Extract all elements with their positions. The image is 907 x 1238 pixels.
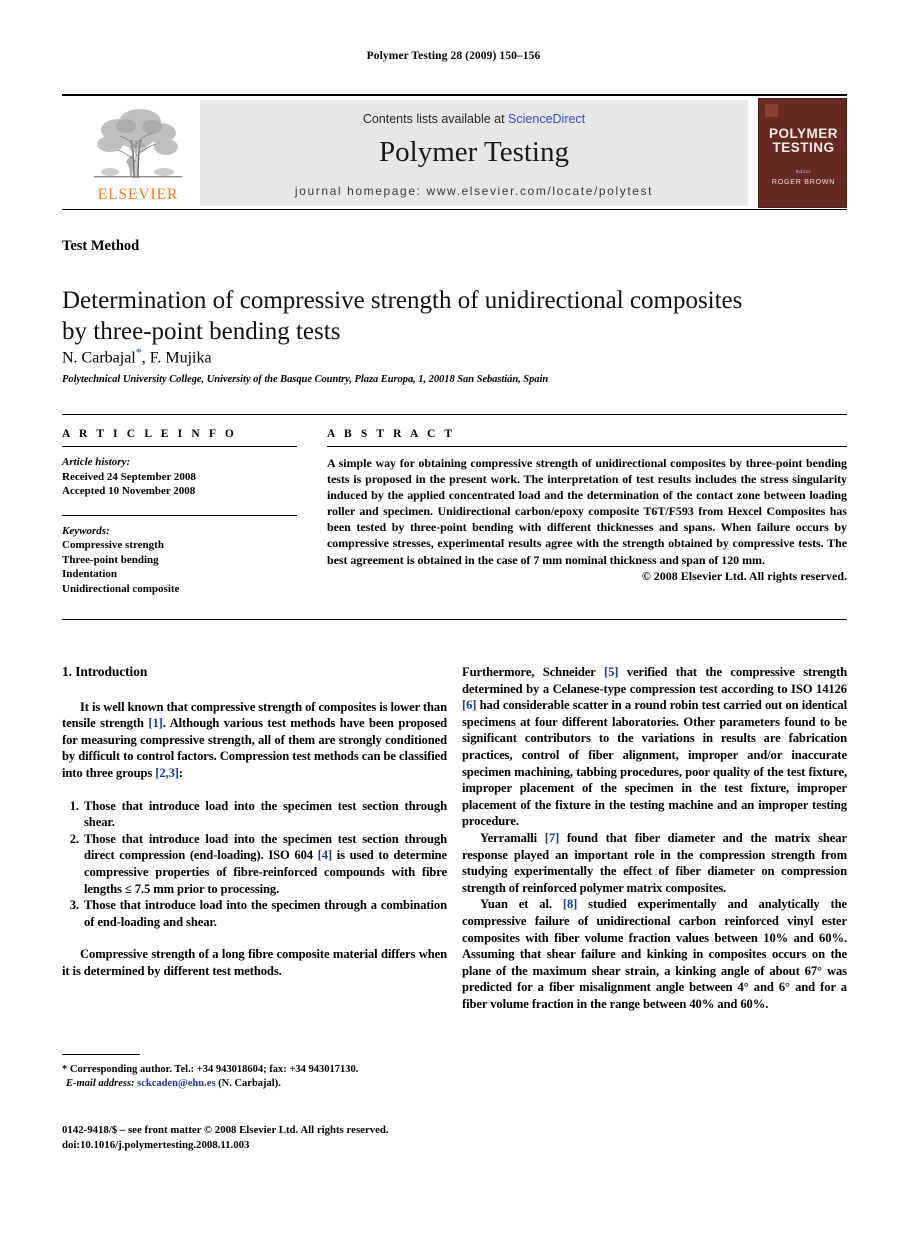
text-run: Those that introduce load into the speci… (84, 898, 447, 929)
band-bottom-rule (62, 619, 847, 620)
imprint-block: 0142-9418/$ – see front matter © 2008 El… (62, 1123, 492, 1152)
article-received-date: Received 24 September 2008 (62, 470, 196, 483)
article-history-group: Article history: Received 24 September 2… (62, 455, 297, 499)
footnote-line-1: * Corresponding author. Tel.: +34 943018… (62, 1063, 447, 1077)
body-column-right: Furthermore, Schneider [5] verified that… (462, 664, 847, 1012)
elsevier-wordmark: ELSEVIER (97, 186, 179, 203)
citation-ref-5[interactable]: [5] (604, 665, 618, 679)
banner-top-rule (62, 94, 847, 96)
email-owner: (N. Carbajal). (218, 1077, 281, 1089)
author-list: N. Carbajal*, F. Mujika (62, 345, 762, 367)
list-item: Those that introduce load into the speci… (82, 798, 447, 831)
text-run: Furthermore, Schneider (462, 665, 604, 679)
list-item: Those that introduce load into the speci… (82, 831, 447, 897)
abstract-heading: A B S T R A C T (327, 428, 456, 440)
email-label: E-mail address: (66, 1077, 135, 1089)
paragraph-right-1: Furthermore, Schneider [5] verified that… (462, 664, 847, 830)
paragraph-intro-2: Compressive strength of a long fibre com… (62, 947, 447, 978)
citation-ref-1[interactable]: [1] (148, 716, 162, 730)
citation-ref-6[interactable]: [6] (462, 698, 476, 712)
cover-title-line2: TESTING (772, 140, 835, 155)
footnote-line-2: E-mail address: sckcaden@ehu.es (N. Carb… (62, 1077, 447, 1091)
journal-homepage-link[interactable]: journal homepage: www.elsevier.com/locat… (200, 184, 748, 198)
journal-cover-thumbnail[interactable]: POLYMER TESTING Editor ROGER BROWN (758, 98, 847, 208)
abstract-copyright: © 2008 Elsevier Ltd. All rights reserved… (641, 568, 847, 583)
article-info-separator (62, 514, 297, 516)
text-run: Yerramalli (480, 830, 545, 845)
text-run: studied experimentally and analytically … (462, 897, 847, 1011)
section-heading-introduction: 1. Introduction (62, 664, 148, 679)
keyword-item: Unidirectional composite (62, 582, 180, 595)
band-top-rule (62, 414, 847, 415)
paper-page: Polymer Testing 28 (2009) 150–156 ELSEVI… (0, 0, 907, 1238)
cover-editor-label: Editor (795, 169, 812, 174)
article-accepted-date: Accepted 10 November 2008 (62, 485, 196, 497)
paragraph-intro-1: It is well known that compressive streng… (62, 699, 447, 782)
citation-ref-8[interactable]: [8] (563, 897, 577, 911)
article-info-rule (62, 446, 297, 447)
page-title: Determination of compressive strength of… (62, 286, 743, 345)
paragraph-right-3: Yuan et al. [8] studied experimentally a… (462, 896, 847, 1012)
text-run: Corresponding author. Tel.: +34 94301860… (69, 1064, 359, 1075)
sciencedirect-link[interactable]: ScienceDirect (508, 112, 585, 126)
article-history-label: Article history: (62, 456, 131, 468)
journal-banner: ELSEVIER Contents lists available at Sci… (62, 94, 847, 210)
keyword-item: Three-point bending (62, 553, 159, 566)
article-info-column: A R T I C L E I N F O Article history: R… (62, 428, 297, 596)
abstract-column: A B S T R A C T A simple way for obtaini… (327, 428, 847, 584)
footnote-text: * Corresponding author. Tel.: +34 943018… (62, 1063, 447, 1090)
keyword-item: Compressive strength (62, 539, 164, 551)
article-kind: Test Method (62, 238, 140, 254)
text-run: had considerable scatter in a round robi… (462, 698, 847, 829)
citation-ref-4[interactable]: [4] (318, 848, 332, 862)
citation-ref-7[interactable]: [7] (545, 831, 559, 845)
contents-prefix: Contents lists available at (362, 112, 509, 126)
body-column-left: 1. Introduction It is well known that co… (62, 664, 447, 980)
doi-line[interactable]: doi:10.1016/j.polymertesting.2008.11.003 (62, 1138, 492, 1153)
text-run: Yuan et al. (480, 897, 563, 912)
article-info-heading: A R T I C L E I N F O (62, 428, 237, 440)
footnote-block: * Corresponding author. Tel.: +34 943018… (62, 1054, 447, 1090)
keyword-item: Indentation (62, 568, 118, 580)
email-link[interactable]: sckcaden@ehu.es (137, 1078, 215, 1089)
abstract-rule (327, 446, 847, 447)
author-secondary: , F. Mujika (141, 349, 212, 367)
cover-editor-name: ROGER BROWN (771, 179, 836, 186)
classification-list: Those that introduce load into the speci… (62, 798, 447, 931)
keywords-group: Keywords: Compressive strength Three-poi… (62, 524, 297, 597)
contents-available-line: Contents lists available at ScienceDirec… (200, 112, 748, 126)
affiliation: Polytechnical University College, Univer… (62, 374, 549, 385)
paragraph-right-2: Yerramalli [7] found that fiber diameter… (462, 830, 847, 896)
issn-copyright-line: 0142-9418/$ – see front matter © 2008 El… (62, 1124, 389, 1136)
journal-title: Polymer Testing (379, 136, 569, 168)
cover-corner-mark (765, 104, 778, 117)
footnote-marker: * (62, 1064, 68, 1075)
banner-center: Contents lists available at ScienceDirec… (200, 100, 748, 206)
cover-title-line1: POLYMER (768, 126, 839, 141)
running-head: Polymer Testing 28 (2009) 150–156 (366, 50, 541, 62)
footnote-rule (62, 1054, 140, 1055)
text-run: : (178, 765, 183, 780)
author-primary: N. Carbajal (62, 349, 136, 367)
list-item: Those that introduce load into the speci… (82, 897, 447, 930)
elsevier-tree-icon (94, 109, 182, 179)
text-run: Those that introduce load into the speci… (84, 798, 447, 830)
keywords-label: Keywords: (62, 524, 110, 537)
citation-ref-2-3[interactable]: [2,3] (155, 766, 179, 780)
banner-bottom-rule (62, 209, 847, 210)
abstract-text: A simple way for obtaining compressive s… (327, 456, 847, 567)
cover-title: POLYMER TESTING (759, 126, 846, 155)
elsevier-logo: ELSEVIER (90, 100, 186, 206)
